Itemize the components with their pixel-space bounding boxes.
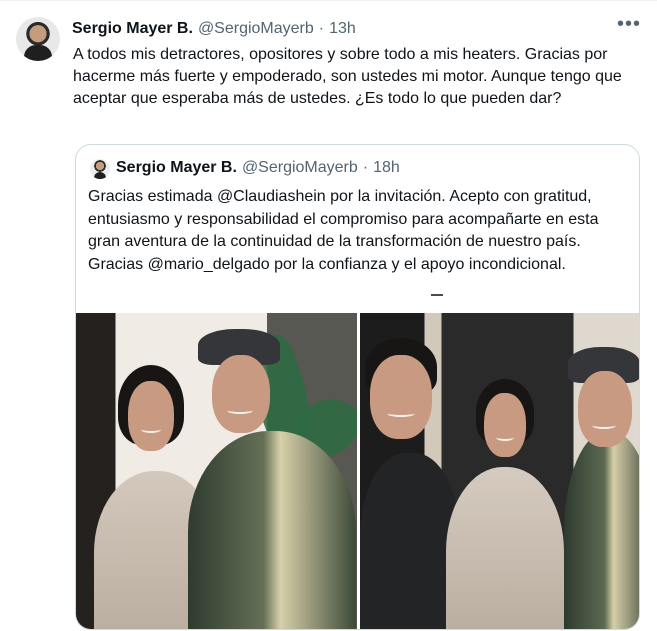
header-separator: ·: [318, 20, 325, 37]
photo-sheinbaum-mayer[interactable]: [76, 313, 357, 629]
tweet-card[interactable]: Sergio Mayer B. @SergioMayerb · 13h ••• …: [0, 0, 657, 631]
quoted-author-handle[interactable]: @SergioMayerb: [242, 159, 358, 177]
quoted-author-avatar[interactable]: [90, 159, 110, 179]
quoted-tweet[interactable]: Sergio Mayer B. @SergioMayerb · 18h Grac…: [75, 144, 640, 630]
quoted-media-grid[interactable]: [76, 313, 639, 629]
quoted-header-separator: ·: [362, 159, 369, 176]
more-horizontal-icon[interactable]: •••: [617, 14, 640, 36]
quoted-tweet-header: Sergio Mayer B. @SergioMayerb · 18h: [116, 159, 400, 177]
tweet-header: Sergio Mayer B. @SergioMayerb · 13h: [72, 19, 356, 39]
author-avatar[interactable]: [16, 17, 60, 61]
photo-delgado-sheinbaum-mayer[interactable]: [360, 313, 639, 629]
quoted-tweet-text: Gracias estimada @Claudiashein por la in…: [88, 188, 599, 273]
tweet-text: A todos mis detractores, opositores y so…: [73, 46, 622, 107]
author-name[interactable]: Sergio Mayer B.: [72, 20, 193, 38]
quoted-tweet-time[interactable]: 18h: [373, 159, 400, 177]
text-end-mark: [431, 294, 443, 296]
quoted-author-name[interactable]: Sergio Mayer B.: [116, 159, 237, 177]
tweet-time[interactable]: 13h: [329, 20, 356, 38]
author-handle[interactable]: @SergioMayerb: [198, 20, 314, 38]
